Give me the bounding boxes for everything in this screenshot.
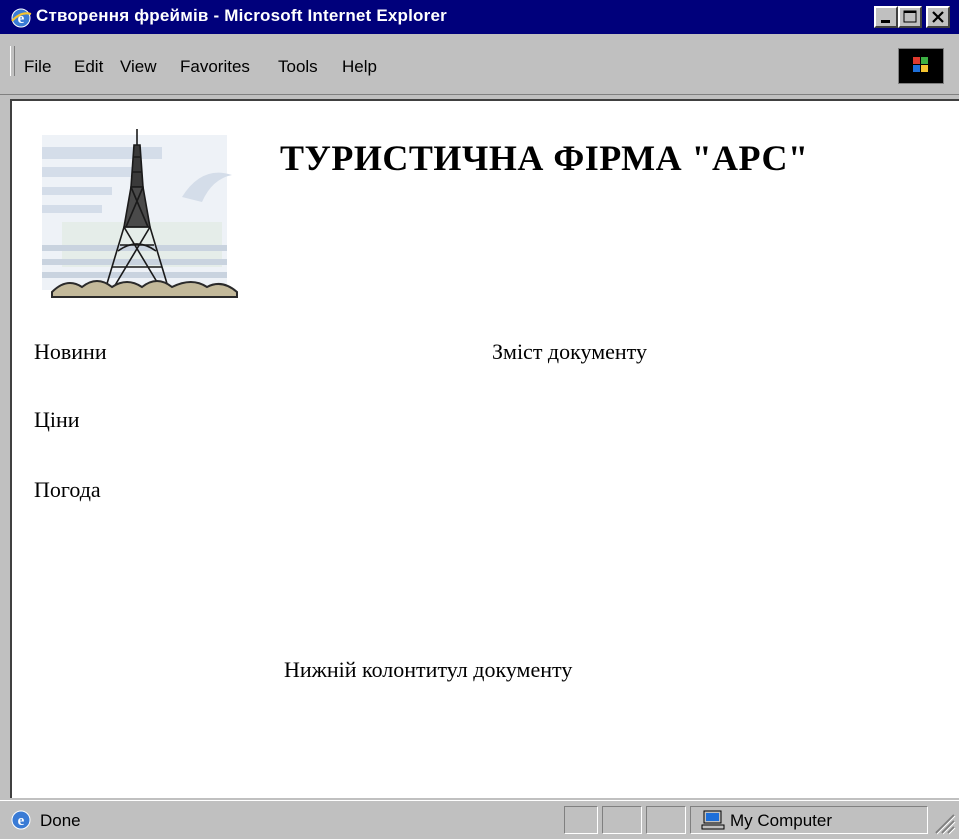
computer-icon	[701, 810, 725, 830]
status-pane-1	[564, 806, 598, 834]
menu-help[interactable]: Help	[342, 57, 377, 77]
menu-view[interactable]: View	[120, 57, 157, 77]
maximize-button[interactable]	[898, 6, 922, 28]
page-heading: ТУРИСТИЧНА ФІРМА "АРС"	[280, 138, 809, 178]
main-content-text: Зміст документу	[492, 339, 647, 364]
menu-favorites[interactable]: Favorites	[180, 57, 250, 77]
status-pane-3	[646, 806, 686, 834]
menu-bar: File Edit View Favorites Tools Help	[0, 34, 959, 95]
minimize-icon	[881, 20, 890, 23]
menu-edit[interactable]: Edit	[74, 57, 103, 77]
status-bar: e Done My Computer	[0, 800, 959, 839]
nav-link-prices[interactable]: Ціни	[34, 407, 80, 433]
ie-logo-icon: e	[11, 8, 32, 28]
page-content: ТУРИСТИЧНА ФІРМА "АРС" Новини Ціни Погод…	[10, 99, 959, 798]
maximize-icon	[903, 10, 917, 23]
eiffel-tower-image	[42, 129, 238, 298]
nav-link-weather[interactable]: Погода	[34, 477, 101, 503]
toolbar-grip[interactable]	[10, 46, 15, 76]
status-pane-2	[602, 806, 642, 834]
minimize-button[interactable]	[874, 6, 898, 28]
menu-file[interactable]: File	[24, 57, 51, 77]
close-button[interactable]	[926, 6, 950, 28]
footer-text: Нижній колонтитул документу	[284, 657, 573, 682]
window-title: Створення фреймів - Microsoft Internet E…	[36, 6, 447, 25]
security-zone-text: My Computer	[730, 811, 833, 830]
nav-link-news[interactable]: Новини	[34, 339, 107, 365]
close-icon	[932, 11, 944, 23]
windows-logo-icon	[898, 48, 944, 84]
menu-tools[interactable]: Tools	[278, 57, 318, 77]
status-pane-main	[2, 806, 560, 834]
title-bar: e Створення фреймів - Microsoft Internet…	[0, 0, 959, 34]
resize-grip-icon[interactable]	[930, 809, 956, 835]
